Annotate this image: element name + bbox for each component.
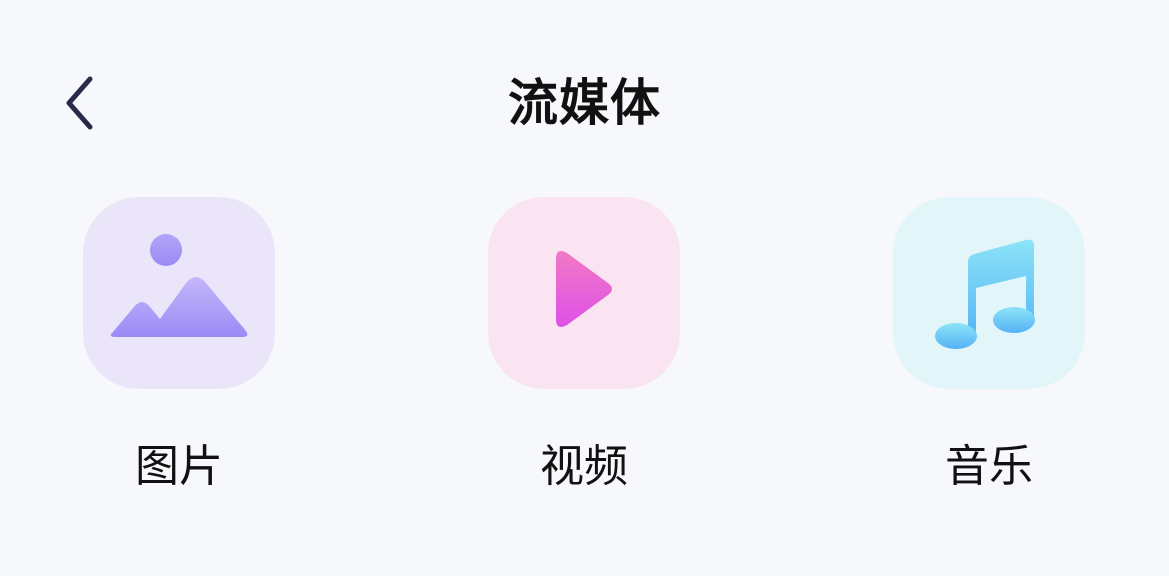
music-tile-icon-box — [893, 197, 1085, 389]
images-tile-icon-box — [83, 197, 275, 389]
images-tile[interactable]: 图片 — [83, 197, 275, 497]
play-icon — [556, 251, 612, 327]
video-tile-icon-box — [488, 197, 680, 389]
page-title: 流媒体 — [508, 74, 661, 132]
image-icon — [110, 234, 248, 337]
music-tile-label: 音乐 — [945, 441, 1033, 492]
music-tile[interactable]: 音乐 — [893, 197, 1085, 497]
video-tile-label: 视频 — [540, 441, 628, 492]
video-tile[interactable]: 视频 — [488, 197, 680, 497]
images-tile-label: 图片 — [135, 441, 223, 492]
music-note-icon — [935, 239, 1035, 349]
